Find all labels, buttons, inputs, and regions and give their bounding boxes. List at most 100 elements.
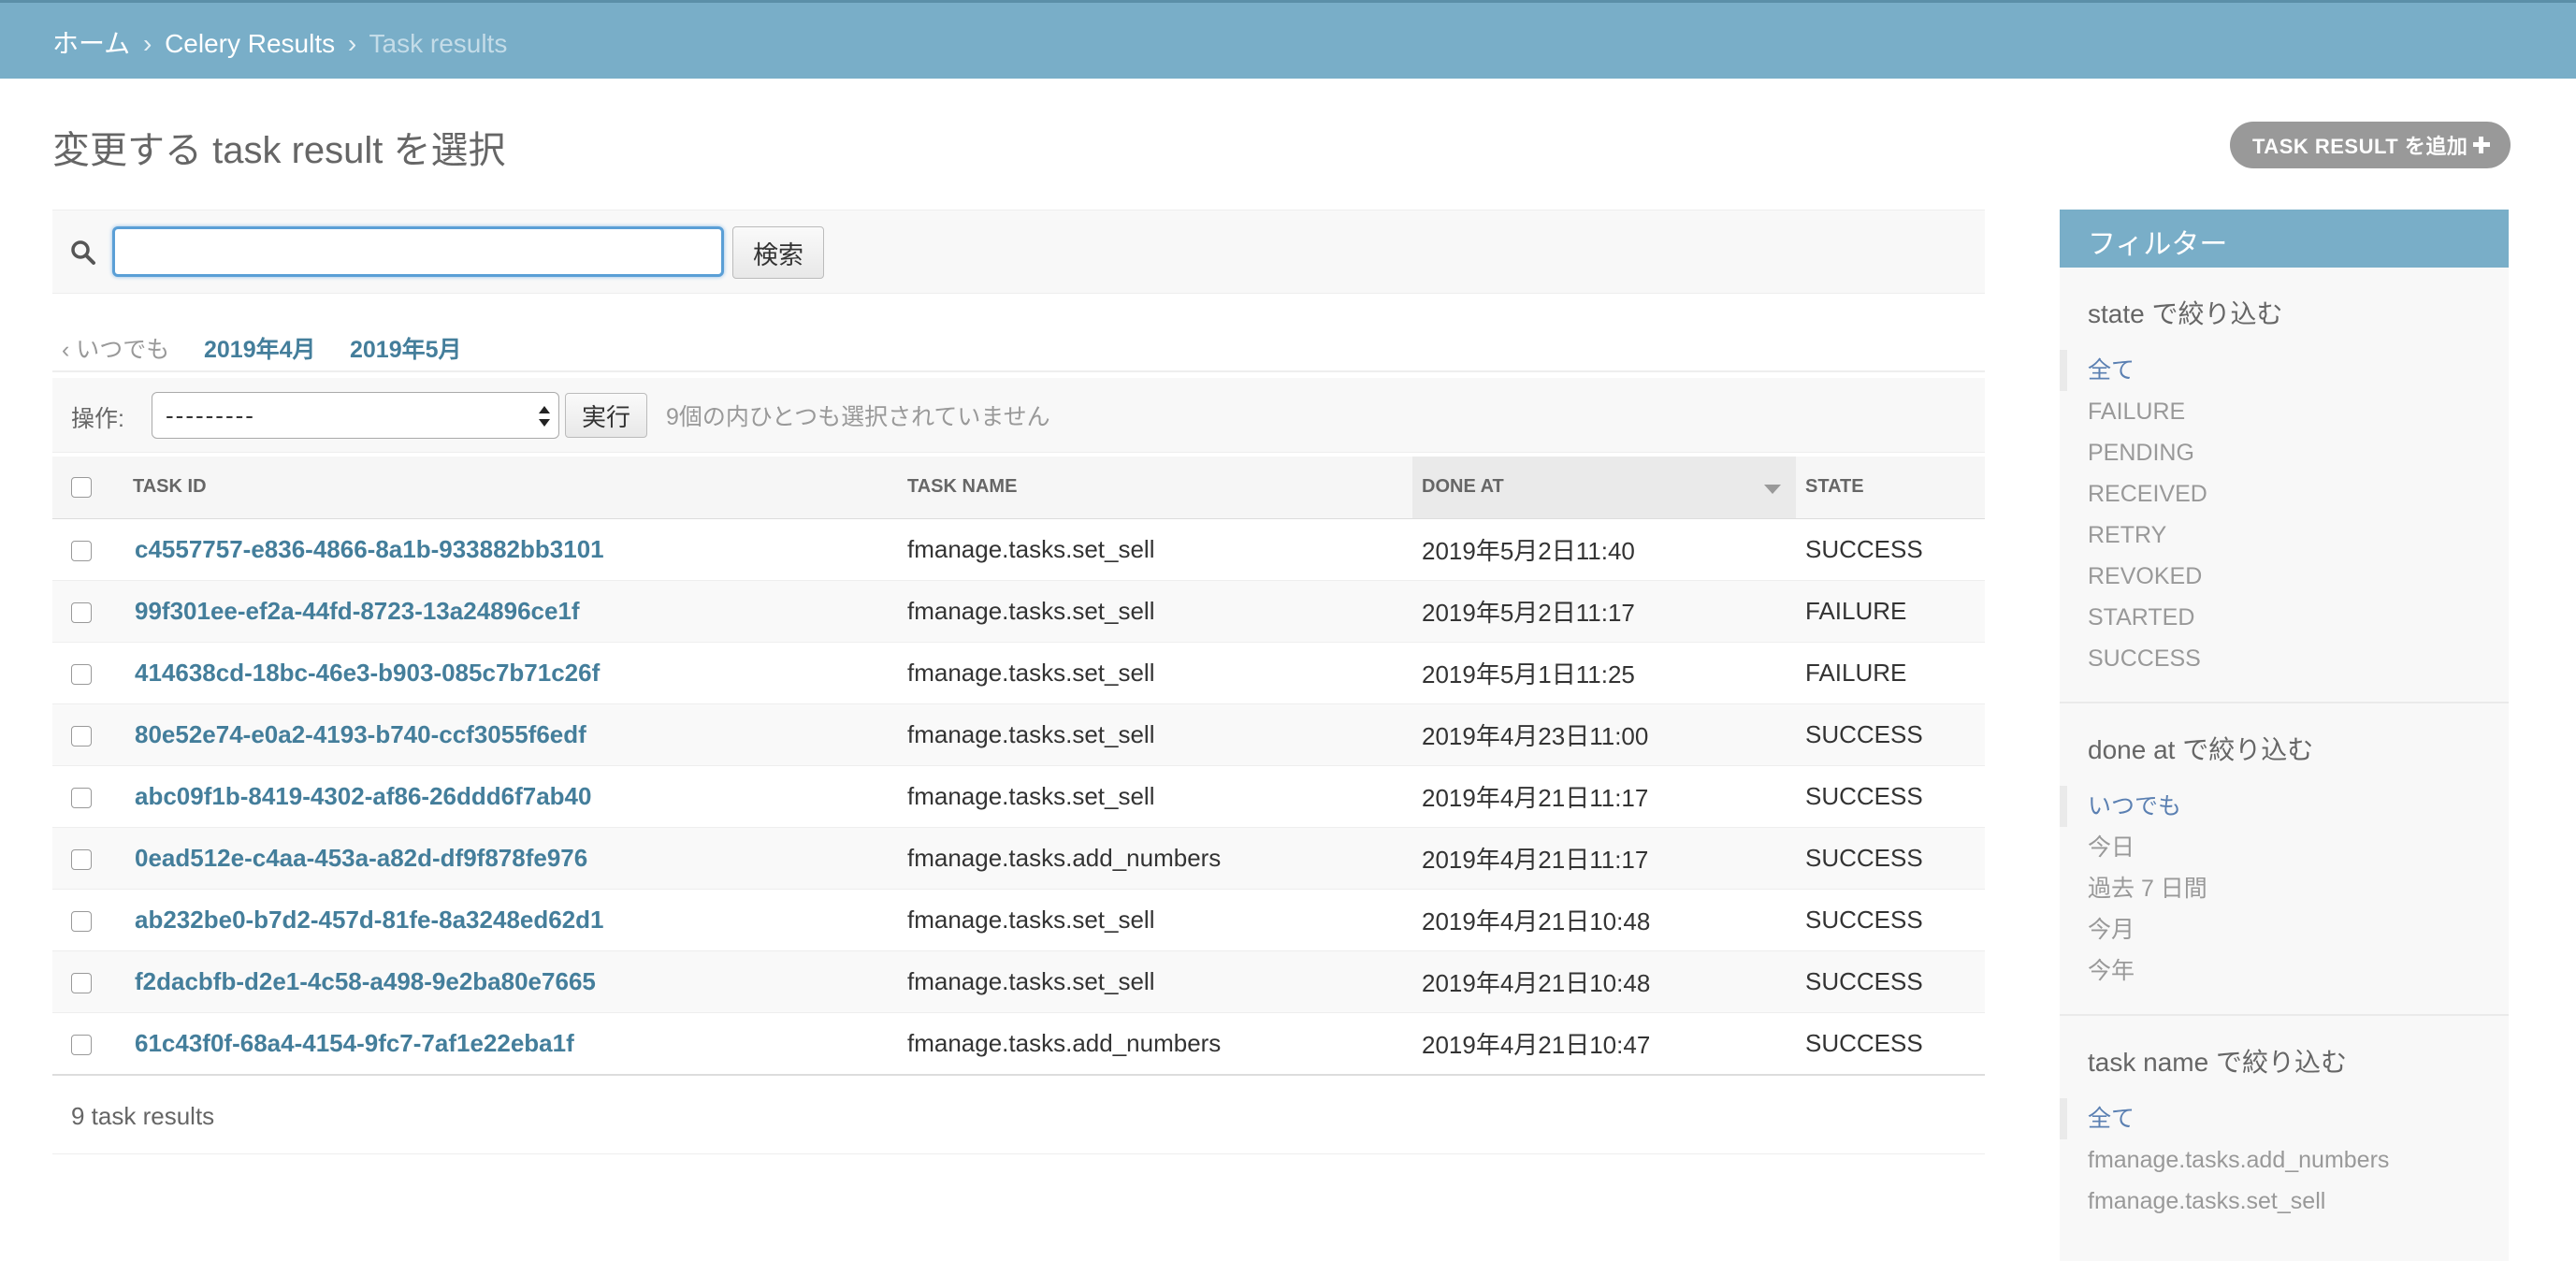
add-button-label: TASK RESULT を追加 — [2252, 135, 2468, 158]
breadcrumb-home-link[interactable]: ホーム — [52, 29, 130, 58]
filter-option[interactable]: RETRY — [2060, 515, 2509, 556]
done-at-cell: 2019年5月2日11:40 — [1412, 518, 1796, 581]
date-hierarchy-month-link[interactable]: 2019年5月 — [350, 331, 462, 365]
row-checkbox[interactable] — [71, 972, 92, 993]
breadcrumb-app-link[interactable]: Celery Results — [165, 29, 335, 58]
done-at-cell: 2019年4月21日10:47 — [1412, 1012, 1796, 1075]
row-select-cell — [52, 1012, 123, 1075]
filter-divider — [2060, 1014, 2509, 1016]
state-cell: SUCCESS — [1796, 765, 1985, 828]
select-all-checkbox[interactable] — [71, 476, 92, 498]
row-checkbox[interactable] — [71, 910, 92, 932]
row-checkbox[interactable] — [71, 787, 92, 808]
done-at-cell: 2019年4月21日11:17 — [1412, 765, 1796, 828]
filter-option[interactable]: FAILURE — [2060, 391, 2509, 432]
breadcrumb-separator: › — [347, 29, 357, 58]
task-name-cell: fmanage.tasks.add_numbers — [898, 827, 1412, 890]
column-header-task-id[interactable]: Task ID — [123, 457, 898, 519]
filter-option[interactable]: STARTED — [2060, 597, 2509, 638]
header-bar: ホーム › Celery Results › Task results — [0, 0, 2576, 79]
done-at-cell: 2019年4月21日10:48 — [1412, 950, 1796, 1013]
row-select-cell — [52, 889, 123, 951]
date-hierarchy-month-link[interactable]: 2019年4月 — [204, 331, 316, 365]
select-all-header — [52, 457, 123, 519]
task-name-cell: fmanage.tasks.set_sell — [898, 580, 1412, 643]
task-name-cell: fmanage.tasks.set_sell — [898, 765, 1412, 828]
task-id-link[interactable]: ab232be0-b7d2-457d-81fe-8a3248ed62d1 — [123, 889, 898, 951]
breadcrumb: ホーム › Celery Results › Task results — [52, 23, 507, 61]
breadcrumb-current: Task results — [369, 29, 508, 58]
column-header-task-name[interactable]: Task Name — [898, 457, 1412, 519]
paginator: 9 task results — [52, 1074, 1985, 1154]
filter-sidebar: フィルター state で絞り込む 全て FAILURE PENDING RECEIV… — [2060, 210, 2509, 1261]
filter-option[interactable]: fmanage.tasks.set_sell — [2060, 1181, 2509, 1222]
results-table: Task ID Task Name Done At State c4557757… — [52, 457, 1985, 1075]
action-select-value: --------- — [166, 401, 255, 429]
done-at-cell: 2019年5月2日11:17 — [1412, 580, 1796, 643]
task-id-link[interactable]: 99f301ee-ef2a-44fd-8723-13a24896ce1f — [123, 580, 898, 643]
task-id-link[interactable]: abc09f1b-8419-4302-af86-26ddd6f7ab40 — [123, 765, 898, 828]
row-select-cell — [52, 950, 123, 1013]
task-id-link[interactable]: 61c43f0f-68a4-4154-9fc7-7af1e22eba1f — [123, 1012, 898, 1075]
search-icon — [71, 240, 95, 265]
table-row: ab232be0-b7d2-457d-81fe-8a3248ed62d1 fman… — [52, 889, 1985, 951]
row-checkbox[interactable] — [71, 602, 92, 623]
row-checkbox[interactable] — [71, 848, 92, 870]
task-name-cell: fmanage.tasks.set_sell — [898, 518, 1412, 581]
filter-option[interactable]: 今月 — [2060, 909, 2509, 950]
column-header-state[interactable]: State — [1796, 457, 1985, 519]
task-id-link[interactable]: c4557757-e836-4866-8a1b-933882bb3101 — [123, 518, 898, 581]
filter-option[interactable]: RECEIVED — [2060, 473, 2509, 515]
task-id-link[interactable]: 0ead512e-c4aa-453a-a82d-df9f878fe976 — [123, 827, 898, 890]
state-cell: SUCCESS — [1796, 1012, 1985, 1075]
row-select-cell — [52, 827, 123, 890]
filter-option[interactable]: fmanage.tasks.add_numbers — [2060, 1139, 2509, 1181]
task-id-link[interactable]: f2dacbfb-d2e1-4c58-a498-9e2ba80e7665 — [123, 950, 898, 1013]
table-row: c4557757-e836-4866-8a1b-933882bb3101 fman… — [52, 518, 1985, 581]
table-row: 80e52e74-e0a2-4193-b740-ccf3055f6edf fman… — [52, 703, 1985, 766]
filter-option[interactable]: 全て — [2060, 1098, 2509, 1139]
row-checkbox[interactable] — [71, 663, 92, 685]
filter-option[interactable]: 全て — [2060, 350, 2509, 391]
filter-option[interactable]: 今日 — [2060, 827, 2509, 868]
row-checkbox[interactable] — [71, 725, 92, 746]
task-name-cell: fmanage.tasks.add_numbers — [898, 1012, 1412, 1075]
table-row: 414638cd-18bc-46e3-b903-085c7b71c26f fman… — [52, 642, 1985, 704]
filter-option[interactable]: 過去 7 日間 — [2060, 868, 2509, 909]
filter-option[interactable]: PENDING — [2060, 432, 2509, 473]
date-hierarchy-back-link[interactable]: ‹ いつでも — [62, 331, 169, 365]
row-select-cell — [52, 765, 123, 828]
state-cell: SUCCESS — [1796, 950, 1985, 1013]
table-row: f2dacbfb-d2e1-4c58-a498-9e2ba80e7665 fman… — [52, 950, 1985, 1013]
search-input[interactable] — [112, 226, 724, 277]
search-button[interactable]: 検索 — [732, 226, 824, 279]
table-row: abc09f1b-8419-4302-af86-26ddd6f7ab40 fman… — [52, 765, 1985, 828]
filter-option[interactable]: REVOKED — [2060, 556, 2509, 597]
table-row: 61c43f0f-68a4-4154-9fc7-7af1e22eba1f fman… — [52, 1012, 1985, 1075]
filter-option[interactable]: SUCCESS — [2060, 638, 2509, 679]
column-header-done-at[interactable]: Done At — [1412, 457, 1796, 519]
task-id-link[interactable]: 414638cd-18bc-46e3-b903-085c7b71c26f — [123, 642, 898, 704]
select-arrows-icon — [539, 406, 550, 427]
task-name-cell: fmanage.tasks.set_sell — [898, 889, 1412, 951]
sort-descending-icon[interactable] — [1764, 485, 1781, 494]
done-at-cell: 2019年4月21日10:48 — [1412, 889, 1796, 951]
done-at-cell: 2019年4月23日11:00 — [1412, 703, 1796, 766]
task-id-link[interactable]: 80e52e74-e0a2-4193-b740-ccf3055f6edf — [123, 703, 898, 766]
add-task-result-button[interactable]: TASK RESULT を追加 — [2230, 122, 2511, 168]
filter-option[interactable]: 今年 — [2060, 950, 2509, 992]
row-select-cell — [52, 518, 123, 581]
run-action-button[interactable]: 実行 — [565, 393, 647, 438]
filter-option[interactable]: いつでも — [2060, 786, 2509, 827]
search-toolbar: 検索 — [52, 210, 1985, 294]
row-select-cell — [52, 642, 123, 704]
filter-list-task-name: 全て fmanage.tasks.add_numbers fmanage.tasks… — [2060, 1098, 2509, 1222]
row-checkbox[interactable] — [71, 540, 92, 561]
column-header-done-at-label: Done At — [1422, 476, 1504, 498]
action-select[interactable]: --------- — [152, 392, 559, 439]
filter-divider — [2060, 702, 2509, 703]
page-title: 変更する task result を選択 — [52, 130, 506, 171]
actions-bar: 操作: --------- 実行 9個の内ひとつも選択されていません — [52, 378, 1985, 453]
row-checkbox[interactable] — [71, 1034, 92, 1055]
breadcrumb-separator: › — [142, 29, 152, 58]
